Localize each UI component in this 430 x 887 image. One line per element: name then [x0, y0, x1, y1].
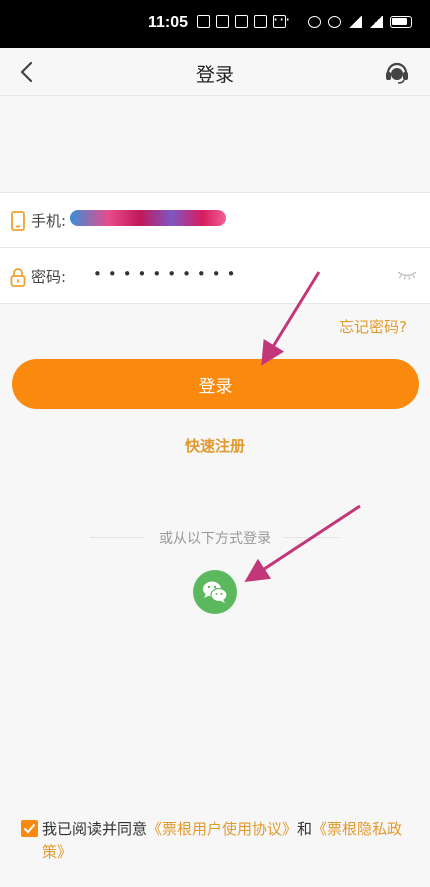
phone-row[interactable]: 手机: [0, 193, 430, 248]
password-row[interactable]: 密码: •••••••••• [0, 249, 430, 304]
password-label: 密码: [31, 268, 67, 286]
lock-icon [10, 268, 26, 287]
agreement-prefix: 我已阅读并同意 [42, 820, 148, 838]
wifi-icon [348, 16, 362, 28]
password-input[interactable]: •••••••••• [93, 265, 241, 283]
redacted-phone-number[interactable] [70, 210, 226, 226]
agreement-row: 我已阅读并同意《票根用户使用协议》和《票根隐私政策》 [20, 818, 420, 864]
other-login-label: 或从以下方式登录 [159, 531, 271, 547]
battery-icon [390, 16, 412, 28]
alarm-icon [328, 16, 341, 28]
notification-icon [197, 15, 210, 28]
headset-icon[interactable] [383, 58, 411, 86]
user-agreement-link[interactable]: 《票根用户使用协议》 [147, 820, 297, 838]
wechat-login-button[interactable] [193, 570, 237, 614]
status-time: 11:05 [148, 14, 189, 31]
divider-right [284, 537, 339, 538]
notification-icon [254, 15, 267, 28]
notification-icon [235, 15, 248, 28]
wechat-icon [203, 581, 228, 603]
eye-closed-icon[interactable] [396, 269, 418, 281]
cellular-signal-icon [369, 16, 383, 28]
login-form: 手机: 密码: •••••••••• [0, 192, 430, 304]
phone-icon [11, 211, 25, 231]
eye-comfort-icon [308, 16, 321, 28]
quick-register-link[interactable]: 快速注册 [0, 435, 430, 456]
more-notifications-icon: ··· [273, 10, 292, 29]
phone-label: 手机: [31, 212, 67, 230]
checkbox-checked-icon[interactable] [21, 820, 38, 837]
page-title: 登录 [195, 64, 234, 86]
notification-icon [216, 15, 229, 28]
status-bar: 11:05 ··· [0, 0, 430, 48]
agreement-text: 我已阅读并同意《票根用户使用协议》和《票根隐私政策》 [20, 818, 420, 864]
status-system-icons [308, 16, 412, 28]
forgot-password-link[interactable]: 忘记密码? [339, 316, 407, 337]
agreement-and: 和 [297, 820, 313, 838]
login-button[interactable]: 登录 [12, 359, 419, 409]
nav-bar: 登录 [0, 48, 430, 96]
